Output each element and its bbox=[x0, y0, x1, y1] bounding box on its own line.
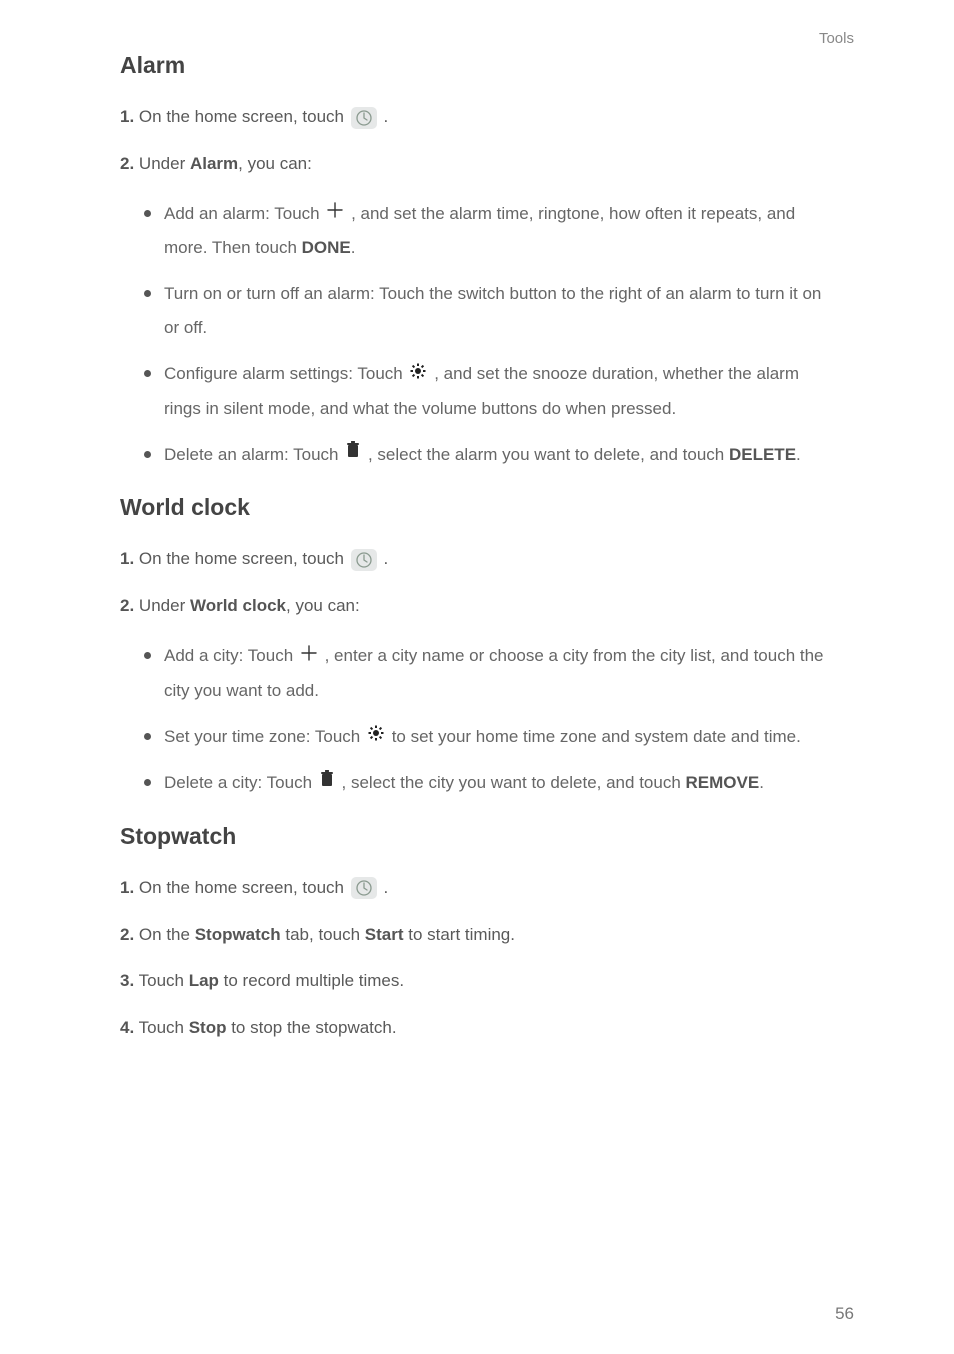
clock-app-icon bbox=[351, 549, 377, 571]
stopwatch-step-1: 1. On the home screen, touch . bbox=[120, 874, 834, 903]
worldclock-step-1: 1. On the home screen, touch . bbox=[120, 545, 834, 574]
bullet-configure-alarm: Configure alarm settings: Touch , and se… bbox=[144, 357, 834, 426]
step-text: , you can: bbox=[238, 154, 312, 173]
bullet-delete-city: Delete a city: Touch , select the city y… bbox=[144, 766, 834, 801]
step-bold: Start bbox=[365, 925, 404, 944]
clock-app-icon bbox=[351, 877, 377, 899]
step-text: , you can: bbox=[286, 596, 360, 615]
bullet-text: . bbox=[796, 445, 801, 464]
bullet-text: Delete a city: Touch bbox=[164, 773, 317, 792]
bullet-add-alarm: Add an alarm: Touch , and set the alarm … bbox=[144, 197, 834, 266]
trash-icon bbox=[345, 438, 361, 472]
bullet-text: . bbox=[759, 773, 764, 792]
step-number: 3. bbox=[120, 971, 134, 990]
bullet-text: Turn on or turn off an alarm: Touch the … bbox=[164, 284, 821, 337]
step-text: Under bbox=[139, 596, 190, 615]
step-text: to start timing. bbox=[404, 925, 515, 944]
bullet-bold: DONE bbox=[302, 238, 351, 257]
step-bold: Alarm bbox=[190, 154, 238, 173]
worldclock-bullets: Add a city: Touch , enter a city name or… bbox=[144, 639, 834, 801]
alarm-step-2: 2. Under Alarm, you can: bbox=[120, 150, 834, 179]
alarm-step-1: 1. On the home screen, touch . bbox=[120, 103, 834, 132]
step-bold: Lap bbox=[189, 971, 219, 990]
step-number: 4. bbox=[120, 1018, 134, 1037]
bullet-text: , select the city you want to delete, an… bbox=[342, 773, 686, 792]
step-number: 1. bbox=[120, 549, 134, 568]
heading-world-clock: World clock bbox=[120, 494, 834, 521]
step-text: to record multiple times. bbox=[219, 971, 404, 990]
bullet-text: Configure alarm settings: Touch bbox=[164, 364, 407, 383]
heading-alarm: Alarm bbox=[120, 52, 834, 79]
step-text: . bbox=[383, 549, 388, 568]
stopwatch-step-4: 4. Touch Stop to stop the stopwatch. bbox=[120, 1014, 834, 1043]
bullet-add-city: Add a city: Touch , enter a city name or… bbox=[144, 639, 834, 708]
plus-icon bbox=[326, 197, 344, 231]
stopwatch-step-2: 2. On the Stopwatch tab, touch Start to … bbox=[120, 921, 834, 950]
step-text: Under bbox=[139, 154, 190, 173]
step-text: . bbox=[383, 107, 388, 126]
bullet-bold: DELETE bbox=[729, 445, 796, 464]
step-text: On the bbox=[139, 925, 195, 944]
step-text: . bbox=[383, 878, 388, 897]
step-number: 2. bbox=[120, 154, 134, 173]
step-bold: Stopwatch bbox=[195, 925, 281, 944]
step-number: 1. bbox=[120, 878, 134, 897]
gear-icon bbox=[367, 720, 385, 754]
step-number: 2. bbox=[120, 925, 134, 944]
page-number: 56 bbox=[835, 1304, 854, 1324]
step-text: tab, touch bbox=[281, 925, 365, 944]
bullet-text: Set your time zone: Touch bbox=[164, 727, 365, 746]
step-text: to stop the stopwatch. bbox=[226, 1018, 396, 1037]
bullet-delete-alarm: Delete an alarm: Touch , select the alar… bbox=[144, 438, 834, 473]
step-bold: Stop bbox=[189, 1018, 227, 1037]
step-bold: World clock bbox=[190, 596, 286, 615]
bullet-text: . bbox=[351, 238, 356, 257]
plus-icon bbox=[300, 640, 318, 674]
step-text: On the home screen, touch bbox=[139, 549, 349, 568]
stopwatch-step-3: 3. Touch Lap to record multiple times. bbox=[120, 967, 834, 996]
worldclock-step-2: 2. Under World clock, you can: bbox=[120, 592, 834, 621]
bullet-text: Add a city: Touch bbox=[164, 646, 298, 665]
bullet-toggle-alarm: Turn on or turn off an alarm: Touch the … bbox=[144, 277, 834, 345]
step-text: Touch bbox=[139, 971, 189, 990]
bullet-set-timezone: Set your time zone: Touch to set your ho… bbox=[144, 720, 834, 755]
trash-icon bbox=[319, 767, 335, 801]
step-text: On the home screen, touch bbox=[139, 878, 349, 897]
bullet-bold: REMOVE bbox=[686, 773, 760, 792]
header-category: Tools bbox=[819, 30, 854, 47]
bullet-text: Delete an alarm: Touch bbox=[164, 445, 343, 464]
clock-app-icon bbox=[351, 107, 377, 129]
step-number: 2. bbox=[120, 596, 134, 615]
bullet-text: Add an alarm: Touch bbox=[164, 204, 324, 223]
heading-stopwatch: Stopwatch bbox=[120, 823, 834, 850]
bullet-text: to set your home time zone and system da… bbox=[392, 727, 801, 746]
gear-icon bbox=[409, 358, 427, 392]
alarm-bullets: Add an alarm: Touch , and set the alarm … bbox=[144, 197, 834, 473]
step-number: 1. bbox=[120, 107, 134, 126]
bullet-text: , select the alarm you want to delete, a… bbox=[368, 445, 729, 464]
step-text: Touch bbox=[139, 1018, 189, 1037]
step-text: On the home screen, touch bbox=[139, 107, 349, 126]
